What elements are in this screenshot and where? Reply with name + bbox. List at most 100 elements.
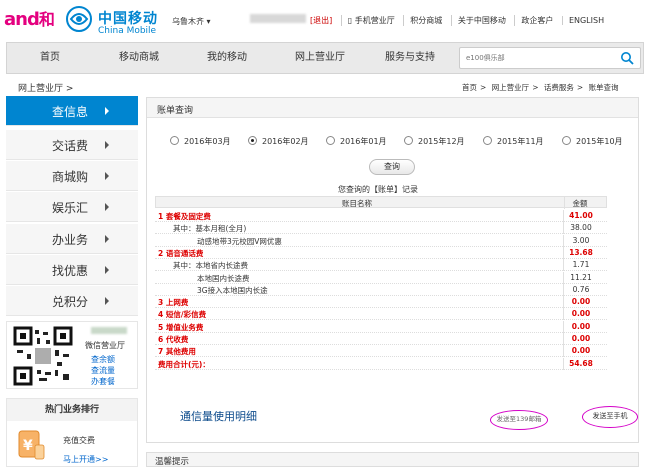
sidebar-item-entertainment[interactable]: 娱乐汇 — [6, 192, 138, 222]
table-row: 费用合计(元)： 54.68 — [155, 357, 607, 370]
send-to-phone-button[interactable]: 发送至手机 — [582, 406, 638, 428]
month-option-2016-02[interactable]: 2016年02月 — [248, 136, 309, 147]
bill-item-name: 3G接入本地国内长途 — [197, 285, 268, 295]
phone-icon: ▯ — [347, 16, 353, 25]
order-plan-link[interactable]: 办套餐 — [91, 376, 115, 387]
month-label: 2016年02月 — [262, 137, 309, 146]
nav-my-mobile[interactable]: 我的移动 — [187, 43, 267, 73]
month-label: 2015年11月 — [497, 137, 544, 146]
bill-item-amount: 1.71 — [572, 260, 590, 270]
breadcrumb-home[interactable]: 首页 — [462, 83, 477, 92]
send-to-139-mail-button[interactable]: 发送至139邮箱 — [490, 410, 548, 430]
user-name-blurred — [250, 14, 306, 23]
month-option-2016-01[interactable]: 2016年01月 — [326, 136, 387, 147]
table-row: 3G接入本地国内长途 0.76 — [155, 283, 607, 296]
bill-item-name: 其中：本地省内长途费 — [173, 261, 248, 271]
sidebar-item-label: 娱乐汇 — [52, 201, 89, 215]
bill-item-amount: 11.21 — [570, 272, 592, 282]
tips-title: 温馨提示 — [155, 457, 190, 467]
breadcrumb: 首页 > 网上营业厅 > 话费服务 > 账单查询 — [462, 82, 622, 93]
english-link[interactable]: ENGLISH — [561, 16, 610, 25]
month-label: 2015年12月 — [418, 137, 465, 146]
bill-item-amount: 0.00 — [571, 334, 591, 343]
open-now-link[interactable]: 马上开通>> — [63, 454, 108, 465]
breadcrumb-online-hall[interactable]: 网上营业厅 — [492, 83, 530, 92]
bill-item-amount: 0.00 — [571, 309, 591, 319]
breadcrumb-sep: > — [480, 83, 487, 92]
enterprise-link[interactable]: 政企客户 — [514, 15, 559, 26]
month-option-2016-03[interactable]: 2016年03月 — [170, 136, 231, 147]
bill-item-name: 2 语音通话费 — [158, 248, 204, 258]
chevron-right-icon — [105, 297, 109, 305]
points-mall-link[interactable]: 积分商城 — [403, 15, 448, 26]
sidebar-item-query-info[interactable]: 查信息 — [6, 96, 138, 126]
usage-detail-title[interactable]: 通信量使用明细 — [180, 408, 257, 424]
table-row: 动感地带3元校园V网优惠 3.00 — [155, 234, 607, 247]
sidebar-item-offers[interactable]: 找优惠 — [6, 255, 138, 285]
radio-icon — [404, 136, 413, 145]
bill-item-name: 1 套餐及固定费 — [158, 212, 211, 221]
wechat-name-blurred — [91, 327, 127, 334]
sidebar-item-points[interactable]: 兑积分 — [6, 286, 138, 316]
sidebar-item-shop[interactable]: 商城购 — [6, 161, 138, 191]
nav-mall[interactable]: 移动商城 — [99, 43, 179, 73]
sidebar-item-label: 兑积分 — [52, 295, 89, 309]
breadcrumb-sep: > — [576, 83, 584, 92]
logout-link[interactable]: [退出] — [310, 15, 338, 26]
check-balance-link[interactable]: 查余额 — [91, 354, 115, 365]
bill-item-name: 7 其他费用 — [158, 347, 196, 357]
panel-title: 账单查询 — [157, 106, 194, 116]
sidebar-item-label: 办业务 — [52, 233, 89, 247]
and-logo-cn: 和 — [38, 10, 55, 29]
chevron-right-icon — [105, 107, 109, 115]
table-row: 5 增值业务费 0.00 — [155, 320, 607, 333]
about-link[interactable]: 关于中国移动 — [450, 15, 512, 26]
and-logo[interactable]: and和 — [4, 6, 55, 30]
nav-home[interactable]: 首页 — [15, 43, 85, 73]
city-selector[interactable]: 乌鲁木齐 ▾ — [172, 16, 211, 27]
top-bar: and和 中国移动 China Mobile 乌鲁木齐 ▾ [退出] ▯ 手机营… — [0, 0, 650, 40]
bill-item-name: 本地国内长途费 — [197, 273, 250, 283]
bill-item-name: 5 增值业务费 — [158, 322, 204, 332]
china-mobile-logo-icon — [66, 6, 92, 32]
search-icon[interactable] — [620, 51, 634, 65]
table-row: 6 代收费 0.00 — [155, 333, 607, 345]
bill-item-amount: 13.68 — [569, 247, 593, 257]
chevron-right-icon — [105, 141, 109, 149]
bill-item-amount: 0.76 — [572, 284, 590, 294]
panel-header: 账单查询 — [147, 98, 638, 118]
sidebar-item-services[interactable]: 办业务 — [6, 224, 138, 254]
table-row: 1 套餐及固定费 41.00 — [155, 210, 607, 222]
bill-table-header: 账目名称 金额 — [155, 196, 607, 209]
mobile-hall-label: 手机营业厅 — [354, 16, 395, 25]
sidebar-item-pay-bill[interactable]: 交话费 — [6, 130, 138, 160]
month-option-2015-10[interactable]: 2015年10月 — [562, 136, 623, 147]
mobile-hall-link[interactable]: ▯ 手机营业厅 — [340, 15, 401, 26]
record-title: 您查询的【账单】记录 — [338, 185, 418, 194]
chevron-down-icon: ▾ — [206, 17, 211, 26]
section-breadcrumb[interactable]: 网上营业厅 > — [18, 81, 73, 94]
bill-item-amount: 3.00 — [572, 235, 590, 245]
bill-item-amount: 0.00 — [571, 346, 591, 356]
tips-section: 温馨提示 — [146, 452, 639, 467]
sidebar-item-label: 商城购 — [52, 170, 89, 184]
bill-item-name: 4 短信/彩信费 — [158, 310, 207, 320]
sidebar-item-label: 查信息 — [52, 105, 89, 119]
query-button[interactable]: 查询 — [369, 159, 415, 175]
radio-icon — [483, 136, 492, 145]
bill-item-amount: 41.00 — [569, 211, 593, 220]
breadcrumb-fee-service[interactable]: 话费服务 — [544, 83, 574, 92]
search-input[interactable] — [460, 48, 610, 68]
check-data-link[interactable]: 查流量 — [91, 365, 115, 376]
month-option-2015-11[interactable]: 2015年11月 — [483, 136, 544, 147]
recharge-card-icon: ¥ — [18, 430, 45, 460]
nav-online-hall[interactable]: 网上营业厅 — [275, 43, 365, 73]
bill-item-amount: 0.00 — [571, 297, 591, 307]
chevron-right-icon — [105, 235, 109, 243]
radio-icon — [562, 136, 571, 145]
nav-service-support[interactable]: 服务与支持 — [365, 43, 455, 73]
bill-item-name: 动感地带3元校园V网优惠 — [197, 236, 282, 246]
month-option-2015-12[interactable]: 2015年12月 — [404, 136, 465, 147]
recharge-item[interactable]: 充值交费 — [63, 435, 95, 446]
hot-services-title: 热门业务排行 — [7, 399, 137, 421]
